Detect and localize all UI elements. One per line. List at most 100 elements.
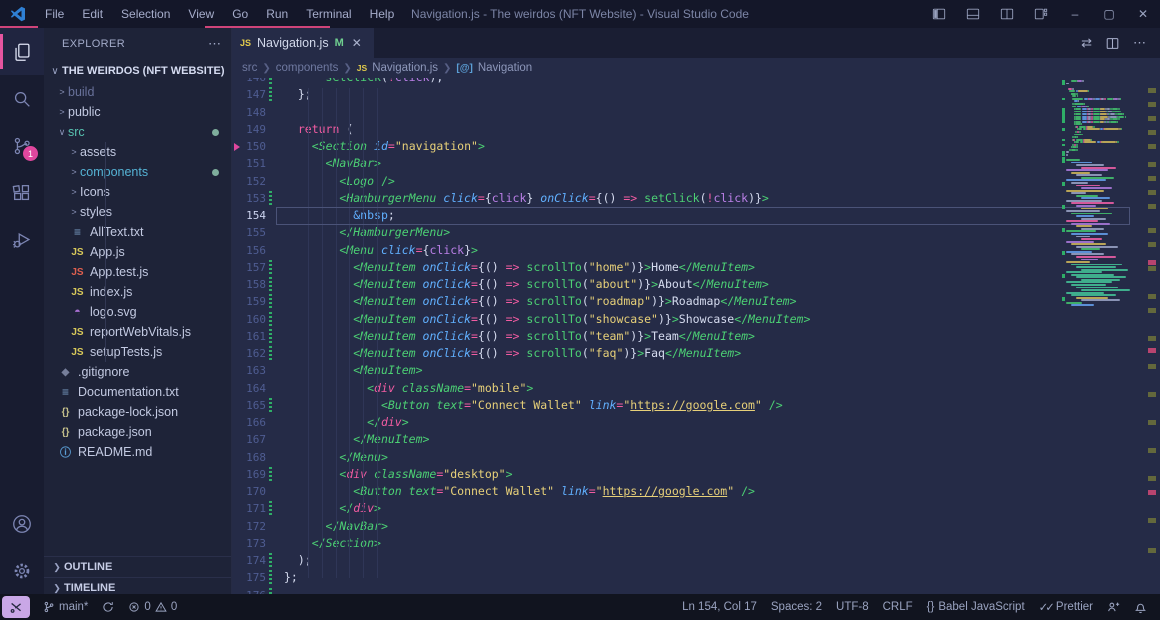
split-editor-icon[interactable]	[990, 0, 1024, 28]
tree-item-package-lock-json[interactable]: {}package-lock.json	[44, 402, 231, 422]
language-mode[interactable]: {} Babel JavaScript	[920, 594, 1032, 620]
breadcrumb-navigation-js[interactable]: Navigation.js	[372, 62, 438, 74]
tree-item-logo-svg[interactable]: ◓logo.svg	[44, 302, 231, 322]
tree-item-components[interactable]: >components	[44, 162, 231, 182]
indentation-status[interactable]: Spaces: 2	[764, 594, 829, 620]
tree-item-app-js[interactable]: JSApp.js	[44, 242, 231, 262]
code-line[interactable]: 174 );	[232, 552, 1160, 569]
tree-item-app-test-js[interactable]: JSApp.test.js	[44, 262, 231, 282]
code-line[interactable]: 173 </Section>	[232, 535, 1160, 552]
explorer-more-icon[interactable]: ⋯	[208, 36, 221, 52]
code-line[interactable]: 151 <NavBar>	[232, 155, 1160, 172]
code-line[interactable]: 158 <MenuItem onClick={() => scrollTo("a…	[232, 276, 1160, 293]
outline-section[interactable]: ❯ OUTLINE	[44, 556, 231, 577]
explorer-icon[interactable]	[0, 28, 44, 75]
tree-item--gitignore[interactable]: ◆.gitignore	[44, 362, 231, 382]
eol-status[interactable]: CRLF	[876, 594, 920, 620]
code-line[interactable]: 168 </Menu>	[232, 449, 1160, 466]
split-editor-icon[interactable]	[1106, 37, 1119, 50]
code-line[interactable]: 165 <Button text="Connect Wallet" link="…	[232, 397, 1160, 414]
tree-item-src[interactable]: ∨src	[44, 122, 231, 142]
code-line[interactable]: 154 &nbsp;	[232, 207, 1160, 224]
code-line[interactable]: 160 <MenuItem onClick={() => scrollTo("s…	[232, 311, 1160, 328]
tree-item-styles[interactable]: >styles	[44, 202, 231, 222]
remote-indicator[interactable]	[2, 596, 30, 618]
close-button[interactable]: ✕	[1126, 0, 1160, 28]
code-line[interactable]: 171 </div>	[232, 500, 1160, 517]
toggle-sidebar-icon[interactable]	[922, 0, 956, 28]
tree-item-public[interactable]: >public	[44, 102, 231, 122]
tree-item-setuptests-js[interactable]: JSsetupTests.js	[44, 342, 231, 362]
code-line[interactable]: 170 <Button text="Connect Wallet" link="…	[232, 483, 1160, 500]
minimap[interactable]	[1066, 78, 1128, 594]
git-branch-status[interactable]: main*	[36, 594, 95, 620]
cursor-position[interactable]: Ln 154, Col 17	[675, 594, 764, 620]
settings-gear-icon[interactable]	[0, 547, 44, 594]
code-line[interactable]: 167 </MenuItem>	[232, 431, 1160, 448]
code-line[interactable]: 152 <Logo />	[232, 173, 1160, 190]
code-line[interactable]: 161 <MenuItem onClick={() => scrollTo("t…	[232, 328, 1160, 345]
notifications-bell-icon[interactable]	[1127, 594, 1154, 620]
formatter-status[interactable]: ✓✓ Prettier	[1032, 594, 1100, 620]
menu-terminal[interactable]: Terminal	[297, 0, 360, 28]
code-line[interactable]: 175};	[232, 569, 1160, 586]
code-line[interactable]: 157 <MenuItem onClick={() => scrollTo("h…	[232, 259, 1160, 276]
run-debug-icon[interactable]	[0, 216, 44, 263]
search-icon[interactable]	[0, 75, 44, 122]
code-line[interactable]: 153 <HamburgerMenu click={click} onClick…	[232, 190, 1160, 207]
tab-close-icon[interactable]: ✕	[352, 36, 362, 50]
tab-navigation-js[interactable]: JS Navigation.js M ✕	[232, 28, 374, 58]
code-line[interactable]: 169 <div className="desktop">	[232, 466, 1160, 483]
tree-item-package-json[interactable]: {}package.json	[44, 422, 231, 442]
breadcrumb-components[interactable]: components	[276, 62, 339, 74]
code-line[interactable]: 164 <div className="mobile">	[232, 380, 1160, 397]
tree-item-index-js[interactable]: JSindex.js	[44, 282, 231, 302]
code-line[interactable]: 147 };	[232, 86, 1160, 103]
tree-item-alltext-txt[interactable]: ≡AllText.txt	[44, 222, 231, 242]
timeline-section[interactable]: ❯ TIMELINE	[44, 577, 231, 594]
minimize-button[interactable]: –	[1058, 0, 1092, 28]
code-line[interactable]: 163 <MenuItem>	[232, 362, 1160, 379]
code-line[interactable]: 172 </NavBar>	[232, 518, 1160, 535]
feedback-icon[interactable]	[1100, 594, 1127, 620]
breadcrumb-src[interactable]: src	[242, 62, 257, 74]
overview-ruler[interactable]	[1144, 78, 1160, 594]
customize-layout-icon[interactable]	[1024, 0, 1058, 28]
menu-view[interactable]: View	[179, 0, 223, 28]
code-line[interactable]: 148	[232, 104, 1160, 121]
code-editor[interactable]: 146 setClick(!click);147 };148149 return…	[232, 78, 1160, 594]
menu-help[interactable]: Help	[361, 0, 404, 28]
breadcrumb-navigation[interactable]: Navigation	[478, 62, 532, 74]
code-line[interactable]: 155 </HamburgerMenu>	[232, 224, 1160, 241]
code-line[interactable]: 176	[232, 587, 1160, 595]
menu-selection[interactable]: Selection	[112, 0, 179, 28]
editor-more-icon[interactable]: ⋯	[1133, 35, 1146, 51]
tree-item-icons[interactable]: >Icons	[44, 182, 231, 202]
code-line[interactable]: 150 <Section id="navigation">	[232, 138, 1160, 155]
tree-item-readme-md[interactable]: ⓘREADME.md	[44, 442, 231, 462]
extensions-icon[interactable]	[0, 169, 44, 216]
maximize-button[interactable]: ▢	[1092, 0, 1126, 28]
tree-item-assets[interactable]: >assets	[44, 142, 231, 162]
menu-run[interactable]: Run	[257, 0, 297, 28]
menu-file[interactable]: File	[36, 0, 73, 28]
problems-status[interactable]: 0 0	[121, 594, 184, 620]
code-line[interactable]: 149 return (	[232, 121, 1160, 138]
tree-item-reportwebvitals-js[interactable]: JSreportWebVitals.js	[44, 322, 231, 342]
sync-icon[interactable]	[95, 594, 121, 620]
project-root-folder[interactable]: ∨ THE WEIRDOS (NFT WEBSITE)	[44, 60, 231, 82]
code-line[interactable]: 162 <MenuItem onClick={() => scrollTo("f…	[232, 345, 1160, 362]
open-changes-icon[interactable]: ⇄	[1081, 35, 1092, 51]
menu-go[interactable]: Go	[223, 0, 257, 28]
toggle-panel-icon[interactable]	[956, 0, 990, 28]
source-control-icon[interactable]: 1	[0, 122, 44, 169]
code-line[interactable]: 156 <Menu click={click}>	[232, 242, 1160, 259]
code-line[interactable]: 159 <MenuItem onClick={() => scrollTo("r…	[232, 293, 1160, 310]
code-line[interactable]: 146 setClick(!click);	[232, 78, 1160, 86]
menu-edit[interactable]: Edit	[73, 0, 112, 28]
code-line[interactable]: 166 </div>	[232, 414, 1160, 431]
tree-item-build[interactable]: >build	[44, 82, 231, 102]
tree-item-documentation-txt[interactable]: ≡Documentation.txt	[44, 382, 231, 402]
encoding-status[interactable]: UTF-8	[829, 594, 876, 620]
account-icon[interactable]	[0, 500, 44, 547]
